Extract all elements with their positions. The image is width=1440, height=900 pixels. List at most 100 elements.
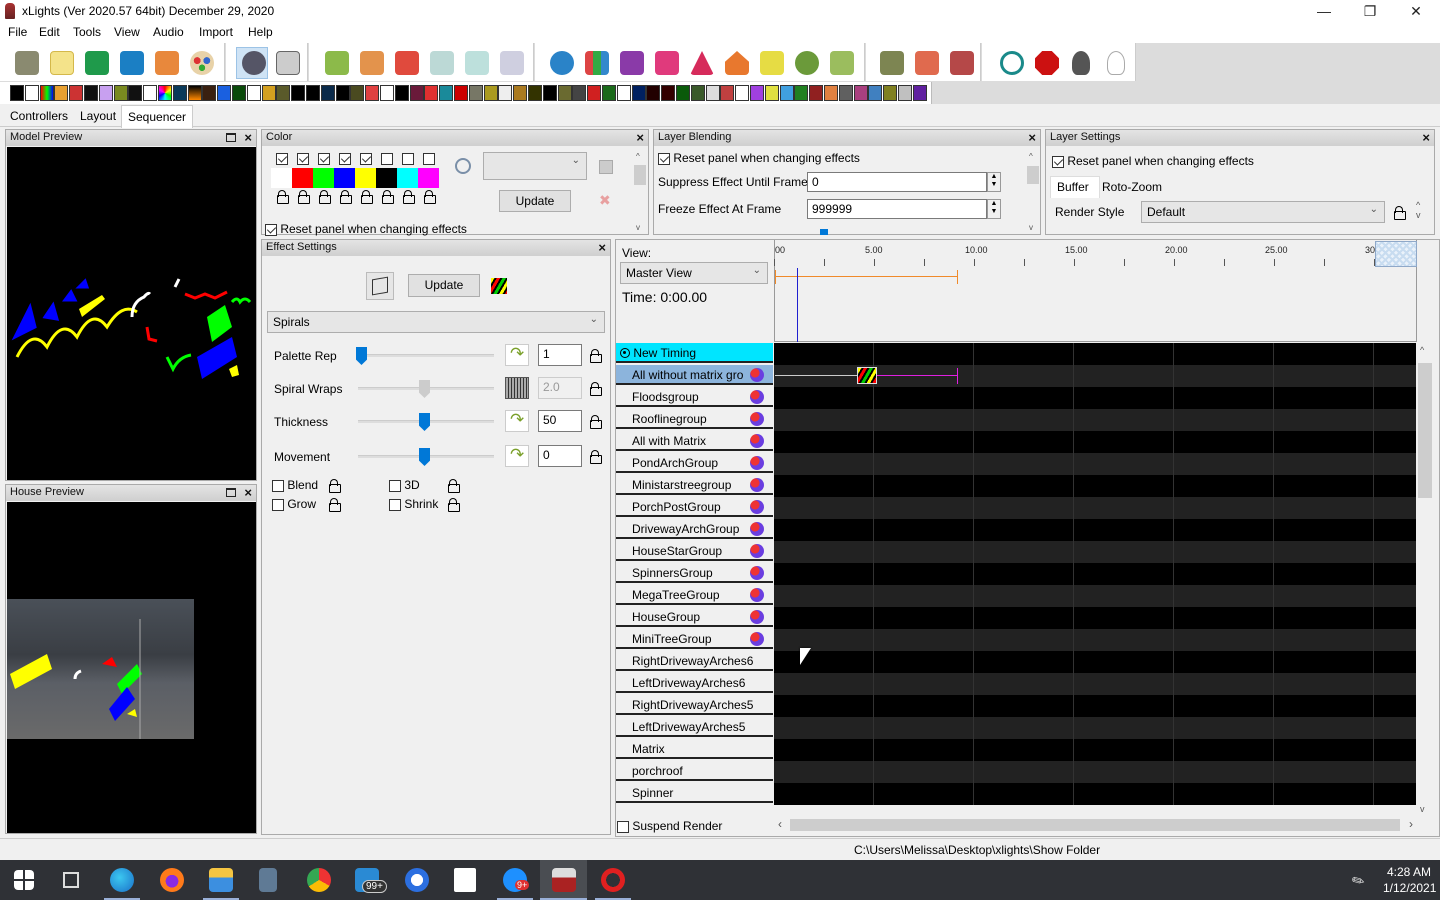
effect-tool-17-icon[interactable] xyxy=(261,85,276,101)
effect-tool-36-icon[interactable] xyxy=(542,85,557,101)
model-row[interactable]: RightDrivewayArches6 xyxy=(616,651,773,671)
lock-icon[interactable] xyxy=(448,479,460,493)
effect-tool-4-icon[interactable] xyxy=(69,85,84,101)
palette-swatch-8[interactable] xyxy=(418,168,439,188)
palette-checkbox-3[interactable] xyxy=(318,153,330,165)
open-sequence-icon[interactable] xyxy=(85,51,109,75)
timing-track-row[interactable]: New Timing xyxy=(616,343,773,363)
effect-tool-23-icon[interactable] xyxy=(350,85,365,101)
save-as-icon[interactable] xyxy=(155,51,179,75)
palette-swatch-6[interactable] xyxy=(376,168,397,188)
effect-tool-18-icon[interactable] xyxy=(276,85,291,101)
effect-tool-40-icon[interactable] xyxy=(602,85,616,101)
stop-icon[interactable] xyxy=(395,51,419,75)
palette-checkbox-7[interactable] xyxy=(402,153,414,165)
close-icon[interactable]: × xyxy=(636,130,644,145)
effect-tool-14-icon[interactable] xyxy=(217,85,232,101)
effect-tool-45-icon[interactable] xyxy=(676,85,690,101)
zoom-in-icon[interactable] xyxy=(880,51,904,75)
crayons-icon[interactable] xyxy=(585,51,609,75)
checkbox-box[interactable] xyxy=(272,498,284,511)
effect-tool-15-icon[interactable] xyxy=(232,85,246,101)
menu-audio[interactable]: Audio xyxy=(153,25,184,39)
lock-icon[interactable] xyxy=(298,190,310,204)
suspend-render-checkbox[interactable] xyxy=(617,820,629,833)
palette-checkbox-5[interactable] xyxy=(360,153,372,165)
lights-off-icon[interactable] xyxy=(1072,51,1090,75)
effect-tool-9-icon[interactable] xyxy=(143,85,158,101)
model-row[interactable]: porchroof xyxy=(616,761,773,781)
checkbox-grow[interactable]: Grow xyxy=(272,497,316,511)
lock-icon[interactable] xyxy=(424,190,436,204)
effect-tool-20-icon[interactable] xyxy=(306,85,320,101)
grid-row[interactable] xyxy=(774,717,1416,739)
color-reset-row[interactable]: Reset panel when changing effects xyxy=(265,222,467,236)
param-value-input[interactable]: 0 xyxy=(538,445,582,467)
view-select[interactable]: Master View ⌄ xyxy=(620,262,768,284)
house-preview-canvas[interactable] xyxy=(7,502,256,833)
lock-icon[interactable] xyxy=(590,450,602,464)
palette-checkbox-2[interactable] xyxy=(297,153,309,165)
grid-row[interactable] xyxy=(774,761,1416,783)
effect-tool-60-icon[interactable] xyxy=(898,85,912,101)
grid-row[interactable] xyxy=(774,409,1416,431)
lock-icon[interactable] xyxy=(361,190,373,204)
close-icon[interactable]: × xyxy=(244,485,252,500)
effect-tool-25-icon[interactable] xyxy=(380,85,394,101)
grid-row[interactable] xyxy=(774,607,1416,629)
effect-tool-1-icon[interactable] xyxy=(24,85,39,101)
grid-row[interactable] xyxy=(774,453,1416,475)
effect-tool-24-icon[interactable] xyxy=(365,85,380,101)
delete-palette-icon[interactable]: ✖ xyxy=(599,192,611,209)
grid-row[interactable] xyxy=(774,387,1416,409)
effect-tool-49-icon[interactable] xyxy=(735,85,750,101)
effect-tool-47-icon[interactable] xyxy=(705,85,720,101)
effect-tool-43-icon[interactable] xyxy=(646,85,661,101)
effect-tool-37-icon[interactable] xyxy=(557,85,572,101)
settings-reset-checkbox[interactable] xyxy=(1052,155,1064,168)
grid-row[interactable] xyxy=(774,541,1416,563)
palette-swatch-5[interactable] xyxy=(355,168,376,188)
lock-icon[interactable] xyxy=(590,349,602,363)
value-curve-button[interactable] xyxy=(505,410,529,432)
color-scrollbar[interactable]: ^ v xyxy=(634,152,646,232)
palette-checkbox-1[interactable] xyxy=(276,153,288,165)
chrome-icon[interactable] xyxy=(307,868,331,892)
model-row[interactable]: RightDrivewayArches5 xyxy=(616,695,773,715)
close-icon[interactable]: × xyxy=(1028,130,1036,145)
playhead-line[interactable] xyxy=(797,268,798,342)
grid-row[interactable] xyxy=(774,651,1416,673)
file-explorer-icon[interactable] xyxy=(209,868,233,892)
color-update-button[interactable]: Update xyxy=(499,190,571,212)
effect-tool-7-icon[interactable] xyxy=(113,85,128,101)
grid-row[interactable] xyxy=(774,739,1416,761)
model-row[interactable]: Spinner xyxy=(616,783,773,803)
effect-tool-8-icon[interactable] xyxy=(128,85,143,101)
tab-controllers[interactable]: Controllers xyxy=(10,109,68,123)
color-reset-checkbox[interactable] xyxy=(265,223,277,236)
checkbox-box[interactable] xyxy=(272,479,284,492)
effect-tool-34-icon[interactable] xyxy=(513,85,528,101)
menu-help[interactable]: Help xyxy=(248,25,273,39)
play-range-line[interactable] xyxy=(775,276,958,277)
effect-tool-21-icon[interactable] xyxy=(320,85,335,101)
lock-icon[interactable] xyxy=(403,190,415,204)
model-row[interactable]: LeftDrivewayArches5 xyxy=(616,717,773,737)
effect-tool-55-icon[interactable] xyxy=(824,85,838,101)
tab-roto-zoom[interactable]: Roto-Zoom xyxy=(1102,180,1162,194)
grid-row[interactable] xyxy=(774,519,1416,541)
lock-icon[interactable] xyxy=(382,190,394,204)
pen-icon[interactable]: ✎ xyxy=(1348,870,1368,892)
palette-checkbox-4[interactable] xyxy=(339,153,351,165)
open-show-folder-icon[interactable] xyxy=(15,51,39,75)
effect-type-select[interactable]: Spirals ⌄ xyxy=(267,311,605,333)
pause-icon[interactable] xyxy=(360,51,384,75)
grid-row[interactable] xyxy=(774,585,1416,607)
effect-tool-46-icon[interactable] xyxy=(690,85,705,101)
grid-row[interactable] xyxy=(774,475,1416,497)
lock-icon[interactable] xyxy=(329,479,341,493)
settings-reset-row[interactable]: Reset panel when changing effects xyxy=(1052,154,1254,168)
effect-tool-57-icon[interactable] xyxy=(853,85,868,101)
tab-sequencer[interactable]: Sequencer xyxy=(121,105,194,128)
effect-settings-icon[interactable] xyxy=(620,51,644,75)
